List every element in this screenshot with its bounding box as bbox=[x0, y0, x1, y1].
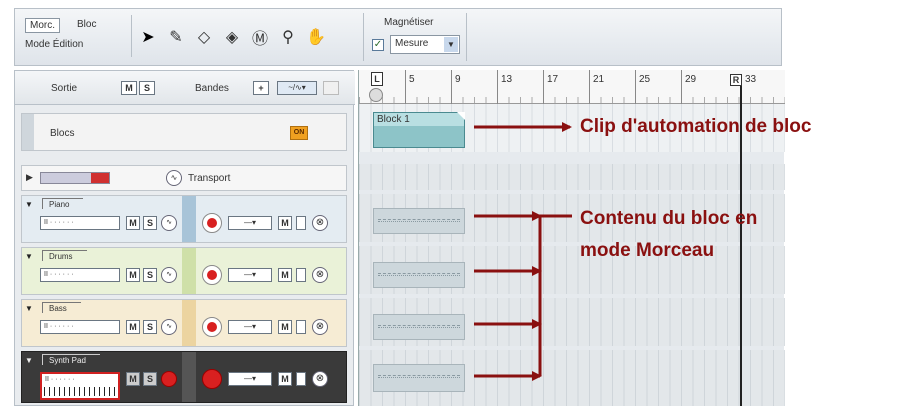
annotation-content-line2: mode Morceau bbox=[580, 240, 715, 261]
annotation-arrows bbox=[474, 122, 572, 381]
annotation-clip-automation: Clip d'automation de bloc bbox=[580, 116, 812, 137]
annotation-content-line1: Contenu du bloc en bbox=[580, 208, 758, 229]
